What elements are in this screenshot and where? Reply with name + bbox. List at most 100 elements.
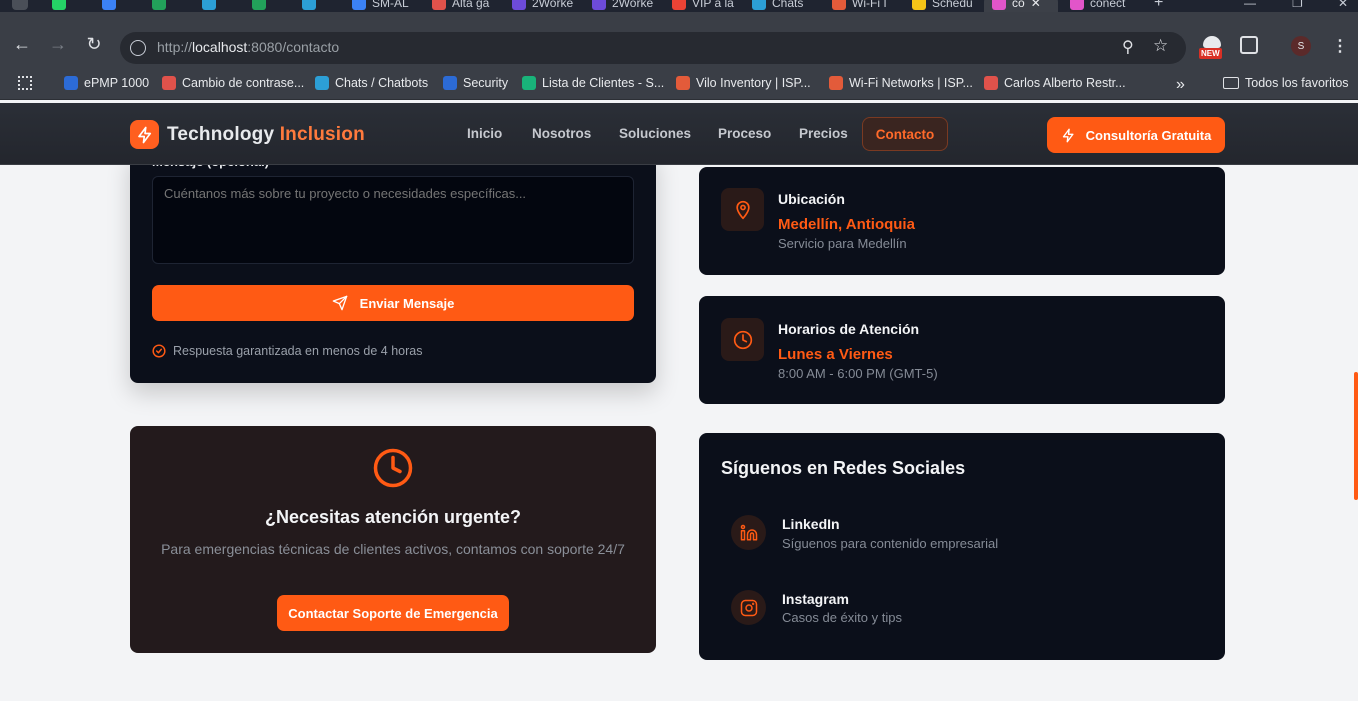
clock-icon bbox=[721, 318, 764, 361]
profile-avatar[interactable]: S bbox=[1291, 36, 1311, 56]
tab-favicon-icon bbox=[202, 0, 216, 10]
apps-grid-icon[interactable] bbox=[18, 76, 32, 90]
tab-favicon-icon bbox=[752, 0, 766, 10]
browser-tab[interactable] bbox=[244, 0, 290, 12]
bookmark-favicon-icon bbox=[829, 76, 843, 90]
browser-tab[interactable]: conect bbox=[1062, 0, 1138, 12]
bookmark-label: ePMP 1000 bbox=[84, 76, 150, 90]
new-tab-button[interactable]: + bbox=[1146, 0, 1166, 12]
bookmark-label: Security bbox=[463, 76, 509, 90]
tab-label: 2Worke bbox=[612, 0, 654, 10]
tab-favicon-icon bbox=[152, 0, 166, 10]
bookmark-favicon-icon bbox=[315, 76, 329, 90]
instagram-label: Instagram bbox=[782, 591, 849, 607]
browser-tab[interactable]: Wi-Fi I bbox=[824, 0, 900, 12]
social-title: Síguenos en Redes Sociales bbox=[721, 458, 966, 478]
social-item-linkedin[interactable]: LinkedIn Síguenos para contenido empresa… bbox=[731, 512, 1201, 556]
bookmark-favicon-icon bbox=[984, 76, 998, 90]
bookmark-favicon-icon bbox=[676, 76, 690, 90]
menu-kebab-icon[interactable]: ⋮ bbox=[1332, 36, 1348, 56]
bookmark-item[interactable]: Wi-Fi Networks | ISP... bbox=[829, 76, 973, 90]
browser-tab[interactable]: Schedu bbox=[904, 0, 980, 12]
brand-name[interactable]: Technology Inclusion bbox=[167, 124, 365, 146]
tab-label: Chats bbox=[772, 0, 804, 10]
tab-favicon-icon bbox=[672, 0, 686, 10]
bookmark-label: Wi-Fi Networks | ISP... bbox=[849, 76, 973, 90]
minimize-button[interactable]: — bbox=[1236, 0, 1256, 12]
browser-tab[interactable] bbox=[44, 0, 90, 12]
clock-icon bbox=[372, 447, 414, 494]
browser-tab[interactable]: VIP a la bbox=[664, 0, 740, 12]
browser-tab[interactable] bbox=[144, 0, 190, 12]
browser-tab[interactable]: SM-AL bbox=[344, 0, 420, 12]
url-text: http://localhost:8080/contacto bbox=[157, 39, 339, 55]
nav-nosotros[interactable]: Nosotros bbox=[532, 126, 591, 141]
linkedin-label: LinkedIn bbox=[782, 516, 840, 532]
reload-button[interactable]: ↻ bbox=[84, 34, 104, 54]
instagram-sub: Casos de éxito y tips bbox=[782, 610, 902, 625]
tab-favicon-icon bbox=[592, 0, 606, 10]
page-scrollbar[interactable] bbox=[1354, 372, 1358, 500]
guarantee-text: Respuesta garantizada en menos de 4 hora… bbox=[173, 344, 423, 358]
browser-tab[interactable]: 2Worke bbox=[584, 0, 660, 12]
bookmark-label: Lista de Clientes - S... bbox=[542, 76, 665, 90]
hours-title: Horarios de Atención bbox=[778, 321, 920, 337]
nav-soluciones[interactable]: Soluciones bbox=[619, 126, 691, 141]
browser-tab[interactable]: Alta ga bbox=[424, 0, 500, 12]
url-scheme: http:// bbox=[157, 39, 193, 55]
all-bookmarks[interactable]: Todos los favoritos bbox=[1223, 76, 1349, 90]
instagram-icon bbox=[731, 590, 766, 625]
location-sub: Servicio para Medellín bbox=[778, 236, 907, 251]
bookmark-favicon-icon bbox=[522, 76, 536, 90]
nav-proceso[interactable]: Proceso bbox=[718, 126, 771, 141]
browser-tab[interactable]: co ✕ bbox=[984, 0, 1058, 12]
chevron-down-icon bbox=[12, 0, 28, 10]
social-item-instagram[interactable]: Instagram Casos de éxito y tips bbox=[731, 588, 1201, 632]
bookmark-favicon-icon bbox=[162, 76, 176, 90]
bookmark-label: Carlos Alberto Restr... bbox=[1004, 76, 1126, 90]
restore-button[interactable]: ❐ bbox=[1284, 0, 1304, 12]
bookmark-item[interactable]: Cambio de contrase... bbox=[162, 76, 304, 90]
nav-precios[interactable]: Precios bbox=[799, 126, 848, 141]
bookmark-item[interactable]: Security bbox=[443, 76, 508, 90]
tab-label: Schedu bbox=[932, 0, 973, 10]
browser-tab[interactable] bbox=[94, 0, 140, 12]
folder-icon bbox=[1223, 77, 1239, 89]
tab-list-button[interactable] bbox=[4, 0, 36, 12]
nav-contacto[interactable]: Contacto bbox=[862, 117, 948, 151]
tab-strip: + — ❐ ✕ SM-AL Alta ga 2Worke 2Worke VIP a la… bbox=[0, 0, 1358, 12]
free-consulting-button[interactable]: Consultoría Gratuita bbox=[1047, 117, 1225, 153]
bookmarks-more-button[interactable]: » bbox=[1176, 76, 1185, 94]
back-button[interactable]: ← bbox=[12, 34, 32, 54]
browser-tab[interactable] bbox=[294, 0, 340, 12]
browser-tab[interactable] bbox=[194, 0, 240, 12]
close-window-button[interactable]: ✕ bbox=[1330, 0, 1350, 12]
tab-favicon-icon bbox=[832, 0, 846, 10]
tab-favicon-icon bbox=[52, 0, 66, 10]
bookmark-item[interactable]: Vilo Inventory | ISP... bbox=[676, 76, 811, 90]
forward-button[interactable]: → bbox=[48, 34, 68, 54]
emergency-support-button[interactable]: Contactar Soporte de Emergencia bbox=[277, 595, 509, 631]
bookmark-star-icon[interactable]: ☆ bbox=[1153, 36, 1168, 56]
tab-favicon-icon bbox=[352, 0, 366, 10]
tab-favicon-icon bbox=[302, 0, 316, 10]
zoom-icon[interactable]: ⚲ bbox=[1122, 37, 1134, 57]
bookmark-item[interactable]: Chats / Chatbots bbox=[315, 76, 428, 90]
message-textarea[interactable] bbox=[152, 176, 634, 264]
site-info-icon[interactable] bbox=[130, 40, 146, 56]
send-message-label: Enviar Mensaje bbox=[359, 295, 455, 311]
bookmark-item[interactable]: Carlos Alberto Restr... bbox=[984, 76, 1126, 90]
tab-close-icon[interactable]: ✕ bbox=[1031, 0, 1041, 10]
extension-new-icon[interactable]: NEW bbox=[1199, 36, 1225, 60]
tab-label: VIP a la bbox=[692, 0, 734, 10]
brand-logo[interactable] bbox=[130, 120, 159, 149]
location-pin-icon bbox=[721, 188, 764, 231]
browser-tab[interactable]: Chats bbox=[744, 0, 820, 12]
nav-inicio[interactable]: Inicio bbox=[467, 126, 502, 141]
send-message-button[interactable]: Enviar Mensaje bbox=[152, 285, 634, 321]
browser-tab[interactable]: 2Worke bbox=[504, 0, 580, 12]
extensions-icon[interactable] bbox=[1240, 36, 1258, 54]
bookmark-item[interactable]: Lista de Clientes - S... bbox=[522, 76, 664, 90]
bookmark-item[interactable]: ePMP 1000 bbox=[64, 76, 149, 90]
location-city: Medellín, Antioquia bbox=[778, 216, 915, 233]
